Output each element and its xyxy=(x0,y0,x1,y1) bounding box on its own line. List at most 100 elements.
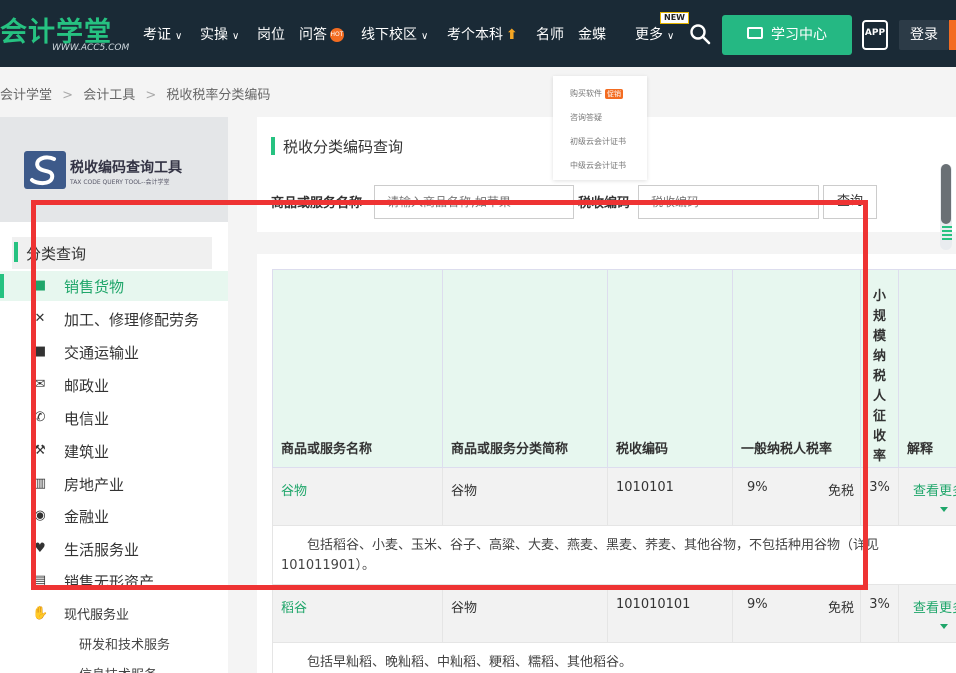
scrollbar-thumb[interactable] xyxy=(941,164,951,224)
tax-code-input[interactable] xyxy=(638,185,819,219)
sidebar-item-real-estate[interactable]: ▥ 房地产业 xyxy=(0,469,228,499)
nav-label: 金蝶 xyxy=(578,27,606,43)
cell-category: 谷物 xyxy=(442,467,608,526)
breadcrumb: 会计学堂 > 会计工具 > 税收税率分类编码 xyxy=(0,84,276,103)
tax-tool-logo-icon xyxy=(24,151,66,189)
header-char: 人 xyxy=(872,389,886,404)
dropdown-item-mid-cert[interactable]: 中级云会计证书 xyxy=(570,160,626,171)
nav-mingshi[interactable]: 名师 xyxy=(536,24,564,46)
sidebar-item-label: 房地产业 xyxy=(64,476,125,494)
cell-tax-code: 1010101 xyxy=(607,467,733,526)
sidebar-subitem-it[interactable]: 信息技术服务 xyxy=(79,664,157,673)
register-button-edge[interactable] xyxy=(949,20,956,50)
tool-subtitle: TAX CODE QUERY TOOL--会计学堂 xyxy=(70,179,170,186)
sidebar-item-processing[interactable]: ✕ 加工、修理修配劳务 xyxy=(0,304,228,334)
cell-explanation[interactable]: 查看更多 xyxy=(898,584,956,643)
new-badge: NEW xyxy=(660,12,689,24)
search-icon[interactable] xyxy=(689,23,711,45)
product-link[interactable]: 稻谷 xyxy=(281,601,307,616)
sidebar: 税收编码查询工具 TAX CODE QUERY TOOL--会计学堂 分类查询 … xyxy=(0,117,228,673)
view-more-link[interactable]: 查看更多 xyxy=(913,484,956,499)
nav-benke[interactable]: 考个本科 ⬆ xyxy=(447,24,518,46)
breadcrumb-current: 税收税率分类编码 xyxy=(166,88,271,103)
sidebar-item-transport[interactable]: ■ 交通运输业 xyxy=(0,337,228,367)
nav-xianxia[interactable]: 线下校区 ∨ xyxy=(361,24,428,46)
login-button[interactable]: 登录 xyxy=(899,20,949,50)
nav-more[interactable]: 更多 ∨ xyxy=(635,24,674,46)
row-description: 包括稻谷、小麦、玉米、谷子、高粱、大麦、燕麦、黑麦、荞麦、其他谷物，不包括种用谷… xyxy=(272,525,956,585)
product-name-input[interactable] xyxy=(374,185,574,219)
chevron-down-icon: ∨ xyxy=(175,31,183,42)
cell-product-name[interactable]: 谷物 xyxy=(272,467,443,526)
chevron-down-icon: ∨ xyxy=(667,31,675,42)
heart-hand-icon: ♥ xyxy=(34,541,46,556)
header-char: 纳 xyxy=(872,349,886,364)
sidebar-subitem-rd[interactable]: 研发和技术服务 xyxy=(79,634,170,653)
product-link[interactable]: 谷物 xyxy=(281,484,307,499)
nav-shicao[interactable]: 实操 ∨ xyxy=(200,24,239,46)
header-category: 商品或服务分类简称 xyxy=(442,269,608,468)
sidebar-item-label: 生活服务业 xyxy=(64,541,140,559)
sidebar-item-label: 销售货物 xyxy=(64,278,125,296)
sidebar-item-finance[interactable]: ◉ 金融业 xyxy=(0,501,228,531)
cube-icon: ■ xyxy=(33,278,47,293)
header-char: 收 xyxy=(872,429,886,444)
cell-small-rate: 3% xyxy=(860,467,899,526)
breadcrumb-home[interactable]: 会计学堂 xyxy=(0,88,52,103)
dropdown-item-junior-cert[interactable]: 初级云会计证书 xyxy=(570,136,626,147)
app-download-icon[interactable]: APP xyxy=(862,20,888,50)
tax-code-table: 商品或服务名称 商品或服务分类简称 税收编码 一般纳税人税率 小 规 模 纳 税… xyxy=(272,269,956,673)
nav-jindie[interactable]: 金蝶 xyxy=(578,24,606,46)
more-dropdown-menu: 购买软件 促销 咨询答疑 初级云会计证书 中级云会计证书 xyxy=(553,76,647,180)
asset-icon: ▤ xyxy=(33,573,47,588)
nav-gangwei[interactable]: 岗位 xyxy=(257,24,285,46)
sidebar-item-label: 金融业 xyxy=(64,508,110,526)
cell-product-name[interactable]: 稻谷 xyxy=(272,584,443,643)
view-more-link[interactable]: 查看更多 xyxy=(913,601,956,616)
sidebar-item-telecom[interactable]: ✆ 电信业 xyxy=(0,403,228,433)
sidebar-item-modern-service[interactable]: ✋ 现代服务业 xyxy=(0,599,228,629)
expand-caret-icon[interactable] xyxy=(940,507,948,512)
site-logo[interactable]: 会计学堂 WWW.ACC5.COM xyxy=(0,10,130,58)
cell-small-rate: 3% xyxy=(860,584,899,643)
sidebar-item-label: 销售无形资产 xyxy=(64,573,155,591)
sidebar-item-sales-goods[interactable]: ■ 销售货物 xyxy=(0,271,228,301)
sidebar-item-label: 加工、修理修配劳务 xyxy=(64,311,200,329)
nav-kaozheng[interactable]: 考证 ∨ xyxy=(143,24,182,46)
nav-label: 岗位 xyxy=(257,27,285,43)
nav-label: 问答 xyxy=(299,27,327,43)
exempt-value: 免税 xyxy=(827,484,854,499)
sidebar-item-postal[interactable]: ✉ 邮政业 xyxy=(0,370,228,400)
coin-icon: ◉ xyxy=(34,508,46,523)
hot-flame-icon: HOT xyxy=(330,28,344,42)
cell-explanation[interactable]: 查看更多 xyxy=(898,467,956,526)
sidebar-item-construction[interactable]: ⚒ 建筑业 xyxy=(0,436,228,466)
learning-center-button[interactable]: 学习中心 xyxy=(722,15,852,55)
dropdown-item-consult[interactable]: 咨询答疑 xyxy=(570,112,602,123)
title-accent-bar xyxy=(271,137,275,155)
dropdown-item-buy-software[interactable]: 购买软件 促销 xyxy=(570,88,623,99)
sidebar-item-label: 电信业 xyxy=(64,410,110,428)
header-small-rate: 小 规 模 纳 税 人 征 收 率 xyxy=(860,269,899,468)
sidebar-item-life-service[interactable]: ♥ 生活服务业 xyxy=(0,534,228,564)
mail-icon: ✉ xyxy=(34,377,46,392)
header-explanation: 解释 xyxy=(898,269,956,468)
nav-wenda[interactable]: 问答 HOT xyxy=(299,24,344,46)
expand-caret-icon[interactable] xyxy=(940,624,948,629)
scrollbar-grip-icon xyxy=(942,226,952,248)
table-row: 谷物 谷物 1010101 9% 免税 3% 查看更多 xyxy=(272,467,956,526)
top-navbar: 会计学堂 WWW.ACC5.COM 考证 ∨ 实操 ∨ 岗位 问答 HOT 线下校区 ∨… xyxy=(0,0,956,67)
table-header-row: 商品或服务名称 商品或服务分类简称 税收编码 一般纳税人税率 小 规 模 纳 税… xyxy=(272,269,956,468)
query-button[interactable]: 查询 xyxy=(823,185,877,219)
rate-value: 9% xyxy=(747,480,768,495)
rate-value: 9% xyxy=(747,597,768,612)
active-marker xyxy=(0,274,4,298)
breadcrumb-separator: > xyxy=(62,88,74,103)
sidebar-item-intangible[interactable]: ▤ 销售无形资产 xyxy=(0,566,228,596)
breadcrumb-tools[interactable]: 会计工具 xyxy=(83,88,135,103)
sidebar-item-label: 交通运输业 xyxy=(64,344,140,362)
cell-general-rate: 9% 免税 xyxy=(732,467,861,526)
header-char: 率 xyxy=(872,449,886,464)
table-row: 稻谷 谷物 101010101 9% 免税 3% 查看更多 xyxy=(272,584,956,643)
tool-title: 税收编码查询工具 xyxy=(70,160,182,176)
